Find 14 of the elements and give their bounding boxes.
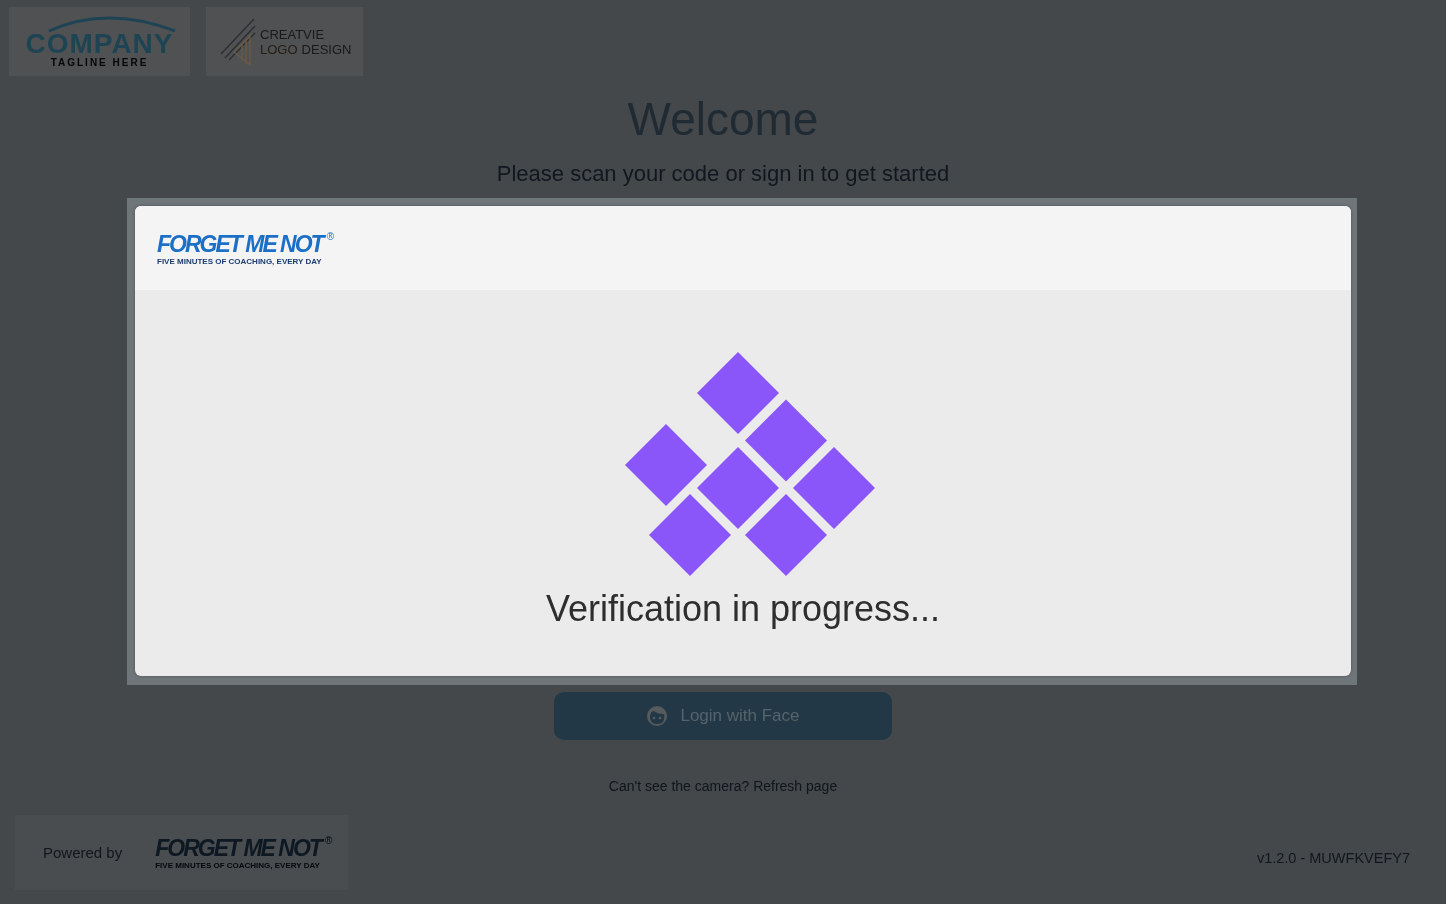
- registered-mark: ®: [324, 835, 333, 846]
- brand-tagline: FIVE MINUTES OF COACHING, EVERY DAY: [155, 861, 320, 870]
- face-icon: [646, 705, 669, 727]
- powered-by-text: Powered by: [43, 844, 123, 861]
- logo-wordmark-accent: LOGO: [260, 41, 298, 57]
- logo-tagline: TAGLINE HERE: [50, 57, 149, 68]
- loading-spinner-icon: [625, 352, 875, 576]
- diagonal-lines-icon: [220, 17, 256, 66]
- logo-wordmark: CREATVIE: [260, 26, 326, 42]
- logo-wordmark: DESIGN: [301, 41, 352, 57]
- verification-status-text: Verification in progress...: [545, 588, 941, 630]
- brand-tagline: FIVE MINUTES OF COACHING, EVERY DAY: [157, 256, 322, 266]
- brand-wordmark: FORGET ME NOT: [157, 230, 323, 257]
- registered-mark: ®: [326, 230, 335, 242]
